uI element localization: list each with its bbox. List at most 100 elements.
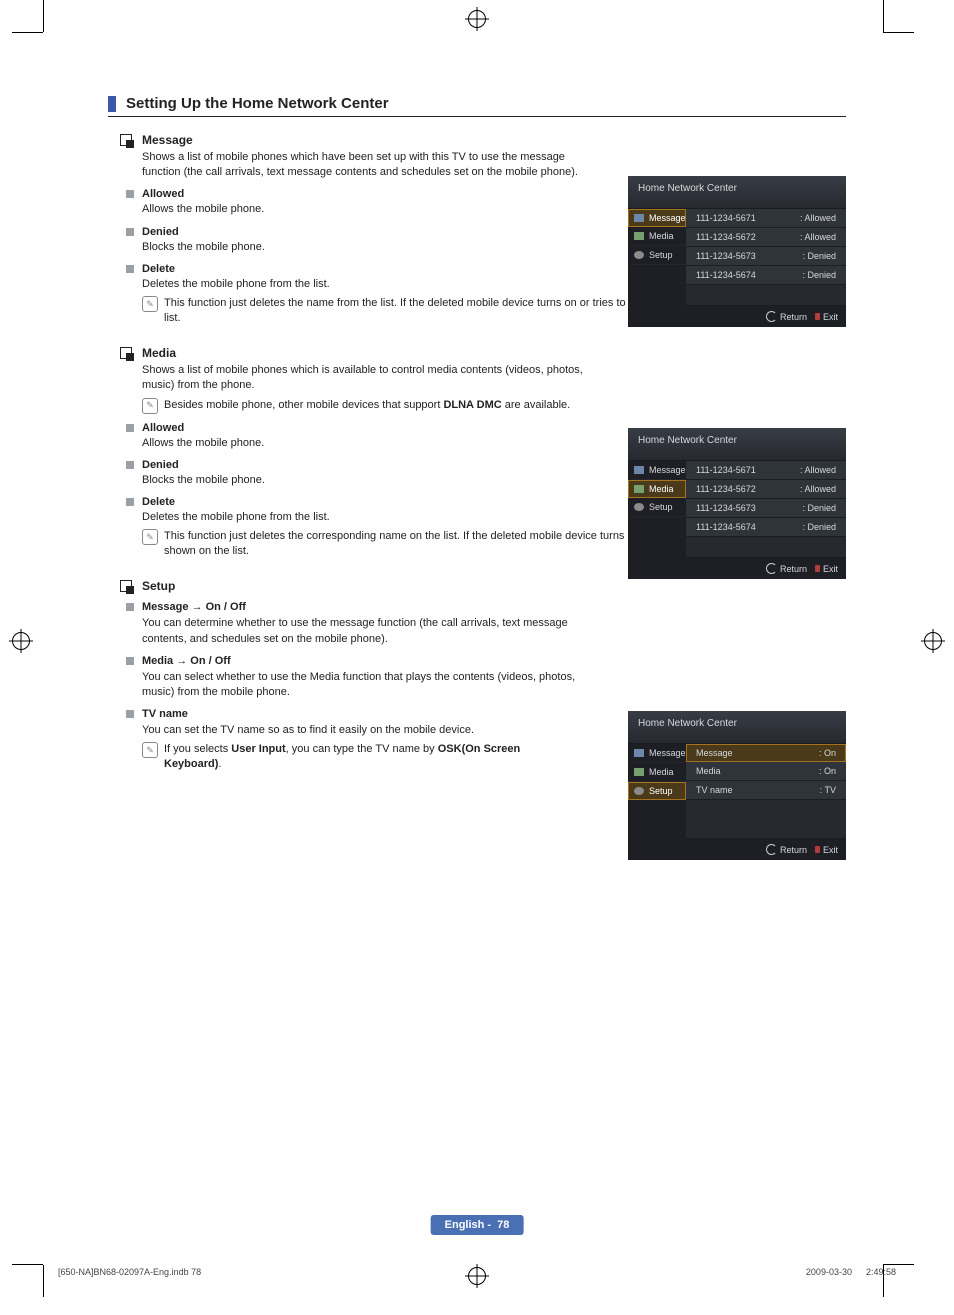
registration-mark-icon — [924, 632, 942, 650]
list-status: : Allowed — [800, 213, 836, 223]
gear-icon — [634, 503, 644, 511]
page-title: Setting Up the Home Network Center — [126, 95, 389, 112]
sub-bullet-icon — [126, 265, 134, 273]
sidebar-item-label: Message — [649, 465, 686, 475]
ui-panel-setup: Home Network Center Message Media Setup … — [628, 711, 846, 860]
section-media-desc: Shows a list of mobile phones which is a… — [142, 363, 602, 393]
tvname-note-prefix: If you selects — [164, 743, 231, 755]
note-icon: ✎ — [142, 296, 158, 312]
gear-icon — [634, 787, 644, 795]
section-bullet-icon — [120, 580, 132, 592]
ui-panel-title: Home Network Center — [628, 428, 846, 461]
ui-panel-title: Home Network Center — [628, 711, 846, 744]
ui-panel-media: Home Network Center Message Media Setup … — [628, 428, 846, 579]
sub-bullet-icon — [126, 461, 134, 469]
media-note-bold: DLNA DMC — [443, 399, 501, 411]
section-message-label: Message — [142, 133, 193, 147]
list-status: : Denied — [802, 522, 836, 532]
footer-language: English - — [445, 1219, 491, 1231]
return-icon — [766, 563, 777, 574]
setup-key: Message — [696, 748, 733, 758]
media-icon — [634, 485, 644, 493]
setup-value: : On — [819, 748, 836, 758]
sidebar-item-message[interactable]: Message — [628, 461, 686, 480]
list-item[interactable]: 111-1234-5673: Denied — [686, 499, 846, 518]
media-note-suffix: are available. — [502, 399, 571, 411]
sidebar-item-label: Media — [649, 231, 674, 241]
media-delete-label: Delete — [142, 496, 175, 508]
list-number: 111-1234-5674 — [696, 270, 756, 280]
return-icon — [766, 311, 777, 322]
setup-key: TV name — [696, 785, 733, 795]
section-setup-label: Setup — [142, 579, 175, 593]
setup-value: : TV — [820, 785, 836, 795]
sidebar-item-message[interactable]: Message — [628, 744, 686, 763]
media-denied-label: Denied — [142, 459, 179, 471]
exit-button[interactable]: Exit — [815, 563, 838, 574]
section-message-desc: Shows a list of mobile phones which have… — [142, 150, 602, 180]
media-allowed-label: Allowed — [142, 422, 184, 434]
list-number: 111-1234-5673 — [696, 251, 756, 261]
list-status: : Allowed — [800, 465, 836, 475]
sub-bullet-icon — [126, 710, 134, 718]
sidebar-item-media[interactable]: Media — [628, 480, 686, 498]
sidebar-item-label: Message — [649, 748, 686, 758]
doc-footer-left: [650-NA]BN68-02097A-Eng.indb 78 — [58, 1267, 201, 1277]
setup-message-label: Message → On / Off — [142, 601, 246, 613]
tvname-note-mid: , you can type the TV name by — [286, 743, 438, 755]
exit-button[interactable]: Exit — [815, 844, 838, 855]
list-item[interactable]: Media : On — [686, 762, 846, 781]
gear-icon — [634, 251, 644, 259]
sidebar-item-setup[interactable]: Setup — [628, 498, 686, 517]
list-status: : Denied — [802, 251, 836, 261]
sidebar-item-setup[interactable]: Setup — [628, 246, 686, 265]
message-denied-label: Denied — [142, 226, 179, 238]
return-button[interactable]: Return — [766, 563, 807, 574]
list-item[interactable]: 111-1234-5671: Allowed — [686, 461, 846, 480]
sidebar-item-media[interactable]: Media — [628, 227, 686, 246]
list-item[interactable]: TV name : TV — [686, 781, 846, 800]
sub-bullet-icon — [126, 498, 134, 506]
setup-tvname-text: You can set the TV name so as to find it… — [142, 723, 572, 738]
list-item[interactable]: 111-1234-5674: Denied — [686, 518, 846, 537]
media-icon — [634, 768, 644, 776]
sidebar-item-message[interactable]: Message — [628, 209, 686, 227]
setup-media-text: You can select whether to use the Media … — [142, 670, 602, 700]
media-icon — [634, 232, 644, 240]
ui-panel-message: Home Network Center Message Media Setup … — [628, 176, 846, 327]
list-item[interactable]: 111-1234-5673 : Denied — [686, 247, 846, 266]
section-media-label: Media — [142, 346, 176, 360]
exit-icon — [815, 846, 820, 853]
list-item — [686, 537, 846, 558]
exit-label: Exit — [823, 845, 838, 855]
list-status: : Denied — [802, 270, 836, 280]
exit-button[interactable]: Exit — [815, 311, 838, 322]
message-allowed-label: Allowed — [142, 188, 184, 200]
list-item[interactable]: 111-1234-5672: Allowed — [686, 228, 846, 247]
return-button[interactable]: Return — [766, 311, 807, 322]
doc-footer-right: 2009-03-30 2:49:58 — [806, 1267, 896, 1277]
return-button[interactable]: Return — [766, 844, 807, 855]
section-bullet-icon — [120, 134, 132, 146]
footer-page-number: 78 — [497, 1219, 509, 1231]
return-icon — [766, 844, 777, 855]
sidebar-item-setup[interactable]: Setup — [628, 782, 686, 800]
exit-label: Exit — [823, 564, 838, 574]
list-number: 111-1234-5672 — [696, 232, 756, 242]
list-item[interactable]: 111-1234-5672: Allowed — [686, 480, 846, 499]
list-status: : Denied — [802, 503, 836, 513]
setup-key: Media — [696, 766, 721, 776]
sidebar-item-label: Media — [649, 484, 674, 494]
sidebar-item-media[interactable]: Media — [628, 763, 686, 782]
sub-bullet-icon — [126, 424, 134, 432]
list-item[interactable]: Message : On — [686, 744, 846, 762]
list-item[interactable]: 111-1234-5671: Allowed — [686, 209, 846, 228]
list-item — [686, 285, 846, 306]
list-item[interactable]: 111-1234-5674 : Denied — [686, 266, 846, 285]
registration-mark-icon — [12, 632, 30, 650]
list-status: : Allowed — [800, 484, 836, 494]
tvname-note-end: . — [218, 758, 221, 770]
sidebar-item-label: Setup — [649, 786, 673, 796]
exit-label: Exit — [823, 312, 838, 322]
setup-value: : On — [819, 766, 836, 776]
